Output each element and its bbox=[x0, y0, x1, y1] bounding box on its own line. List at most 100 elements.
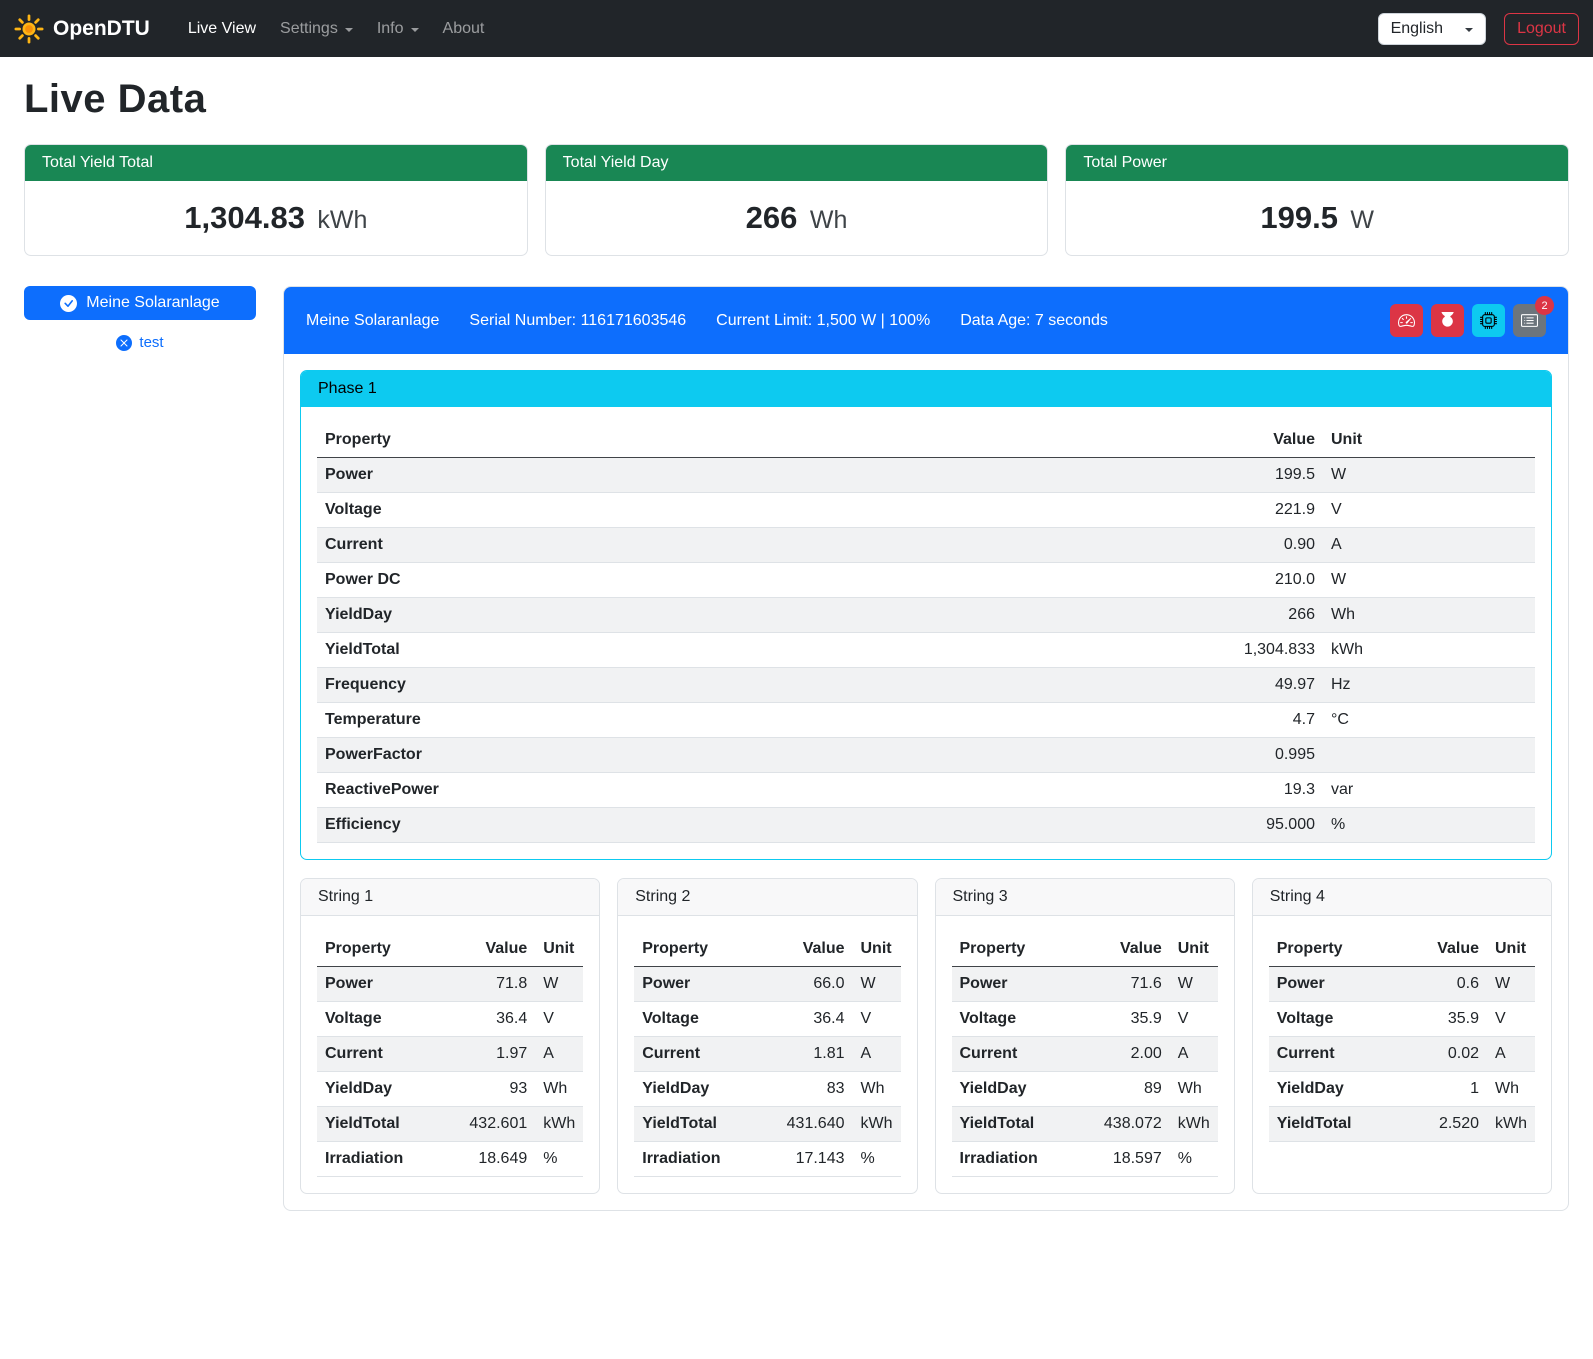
property-unit: V bbox=[1323, 493, 1535, 528]
property-name: Irradiation bbox=[317, 1142, 439, 1177]
string-card-title: String 1 bbox=[301, 879, 599, 916]
property-unit: Wh bbox=[1487, 1072, 1535, 1107]
table-row: YieldDay 93 Wh bbox=[317, 1072, 583, 1107]
property-unit: kWh bbox=[1487, 1107, 1535, 1142]
inverter-card-header: Meine Solaranlage Serial Number: 1161716… bbox=[284, 287, 1568, 354]
inverter-data-age: Data Age: 7 seconds bbox=[960, 312, 1108, 330]
inverter-select-button[interactable]: Meine Solaranlage bbox=[24, 286, 256, 320]
summary-card-value: 199.5 bbox=[1260, 200, 1338, 235]
property-unit: V bbox=[1487, 1002, 1535, 1037]
power-toggle-button[interactable] bbox=[1431, 304, 1464, 337]
property-unit: kWh bbox=[535, 1107, 583, 1142]
column-header-property: Property bbox=[317, 932, 439, 967]
column-header-unit: Unit bbox=[1487, 932, 1535, 967]
property-value: 1,304.833 bbox=[919, 633, 1323, 668]
cpu-icon bbox=[1480, 312, 1497, 329]
table-row: Power 71.6 W bbox=[952, 967, 1218, 1002]
table-row: YieldTotal 432.601 kWh bbox=[317, 1107, 583, 1142]
event-log-button[interactable]: 2 bbox=[1513, 304, 1546, 337]
property-unit: % bbox=[1170, 1142, 1218, 1177]
table-header-row: Property Value Unit bbox=[1269, 932, 1535, 967]
string-card-title: String 2 bbox=[618, 879, 916, 916]
inverter-item-test[interactable]: test bbox=[24, 334, 256, 351]
property-name: YieldDay bbox=[1269, 1072, 1391, 1107]
column-header-property: Property bbox=[317, 423, 919, 458]
table-row: Current 0.02 A bbox=[1269, 1037, 1535, 1072]
inverter-serial: Serial Number: 116171603546 bbox=[469, 312, 686, 330]
property-unit: W bbox=[1323, 458, 1535, 493]
property-value: 266 bbox=[919, 598, 1323, 633]
string-card-body: Property Value Unit Power 71.8 W Voltage… bbox=[301, 916, 599, 1193]
logout-button[interactable]: Logout bbox=[1504, 13, 1579, 45]
nav-settings[interactable]: Settings bbox=[268, 12, 365, 46]
sun-logo-icon bbox=[14, 14, 44, 44]
nav-about[interactable]: About bbox=[431, 12, 497, 46]
string-card-title: String 4 bbox=[1253, 879, 1551, 916]
table-row: Voltage 36.4 V bbox=[634, 1002, 900, 1037]
power-icon bbox=[1439, 312, 1456, 329]
table-row: Current 0.90 A bbox=[317, 528, 1535, 563]
property-unit: W bbox=[535, 967, 583, 1002]
navbar-right: English Logout bbox=[1378, 13, 1579, 45]
table-row: YieldTotal 431.640 kWh bbox=[634, 1107, 900, 1142]
table-row: Power DC 210.0 W bbox=[317, 563, 1535, 598]
string-card-body: Property Value Unit Power 71.6 W Voltage… bbox=[936, 916, 1234, 1193]
string-card-1: String 1 Property Value Unit bbox=[300, 878, 600, 1194]
property-name: Irradiation bbox=[634, 1142, 756, 1177]
inverter-header-actions: 2 bbox=[1390, 304, 1546, 337]
nav-info-label: Info bbox=[377, 20, 404, 38]
navbar: OpenDTU Live View Settings Info About En… bbox=[0, 0, 1593, 57]
property-unit: kWh bbox=[1170, 1107, 1218, 1142]
property-unit: V bbox=[535, 1002, 583, 1037]
property-unit: A bbox=[1170, 1037, 1218, 1072]
nav-info[interactable]: Info bbox=[365, 12, 431, 46]
summary-card-value: 1,304.83 bbox=[184, 200, 305, 235]
phase-table: Property Value Unit Power 199.5 W Voltag… bbox=[317, 423, 1535, 843]
property-value: 18.649 bbox=[439, 1142, 535, 1177]
property-name: Irradiation bbox=[952, 1142, 1074, 1177]
property-value: 221.9 bbox=[919, 493, 1323, 528]
column-header-unit: Unit bbox=[1170, 932, 1218, 967]
brand-label: OpenDTU bbox=[53, 17, 150, 41]
property-value: 0.995 bbox=[919, 738, 1323, 773]
nav-about-label: About bbox=[443, 20, 485, 38]
property-unit: Wh bbox=[1323, 598, 1535, 633]
summary-card-title: Total Yield Day bbox=[546, 145, 1048, 181]
property-value: 66.0 bbox=[757, 967, 853, 1002]
column-header-property: Property bbox=[1269, 932, 1391, 967]
property-name: Voltage bbox=[1269, 1002, 1391, 1037]
language-select-value: English bbox=[1391, 20, 1443, 38]
device-info-button[interactable] bbox=[1472, 304, 1505, 337]
string-table: Property Value Unit Power 66.0 W Voltage… bbox=[634, 932, 900, 1177]
property-unit: Hz bbox=[1323, 668, 1535, 703]
property-name: YieldTotal bbox=[1269, 1107, 1391, 1142]
property-value: 93 bbox=[439, 1072, 535, 1107]
property-name: Power bbox=[317, 458, 919, 493]
caret-down-icon bbox=[345, 28, 353, 32]
summary-card-title: Total Yield Total bbox=[25, 145, 527, 181]
property-name: Voltage bbox=[952, 1002, 1074, 1037]
property-value: 36.4 bbox=[439, 1002, 535, 1037]
nav-live-view[interactable]: Live View bbox=[176, 12, 268, 46]
phase-panel-body: Property Value Unit Power 199.5 W Voltag… bbox=[301, 407, 1551, 859]
table-row: ReactivePower 19.3 var bbox=[317, 773, 1535, 808]
summary-card-title: Total Power bbox=[1066, 145, 1568, 181]
property-name: Power DC bbox=[317, 563, 919, 598]
inverter-item-test-label: test bbox=[139, 334, 163, 351]
column-header-unit: Unit bbox=[853, 932, 901, 967]
limit-settings-button[interactable] bbox=[1390, 304, 1423, 337]
property-name: Voltage bbox=[634, 1002, 756, 1037]
table-header-row: Property Value Unit bbox=[317, 423, 1535, 458]
table-header-row: Property Value Unit bbox=[952, 932, 1218, 967]
property-name: YieldDay bbox=[634, 1072, 756, 1107]
table-row: Current 1.97 A bbox=[317, 1037, 583, 1072]
string-table: Property Value Unit Power 71.6 W Voltage… bbox=[952, 932, 1218, 1177]
column-header-property: Property bbox=[952, 932, 1074, 967]
brand[interactable]: OpenDTU bbox=[14, 14, 150, 44]
language-select[interactable]: English bbox=[1378, 13, 1486, 45]
summary-card-total-power: Total Power 199.5 W bbox=[1065, 144, 1569, 256]
property-unit: A bbox=[535, 1037, 583, 1072]
property-name: ReactivePower bbox=[317, 773, 919, 808]
property-name: Current bbox=[317, 528, 919, 563]
table-row: YieldTotal 1,304.833 kWh bbox=[317, 633, 1535, 668]
